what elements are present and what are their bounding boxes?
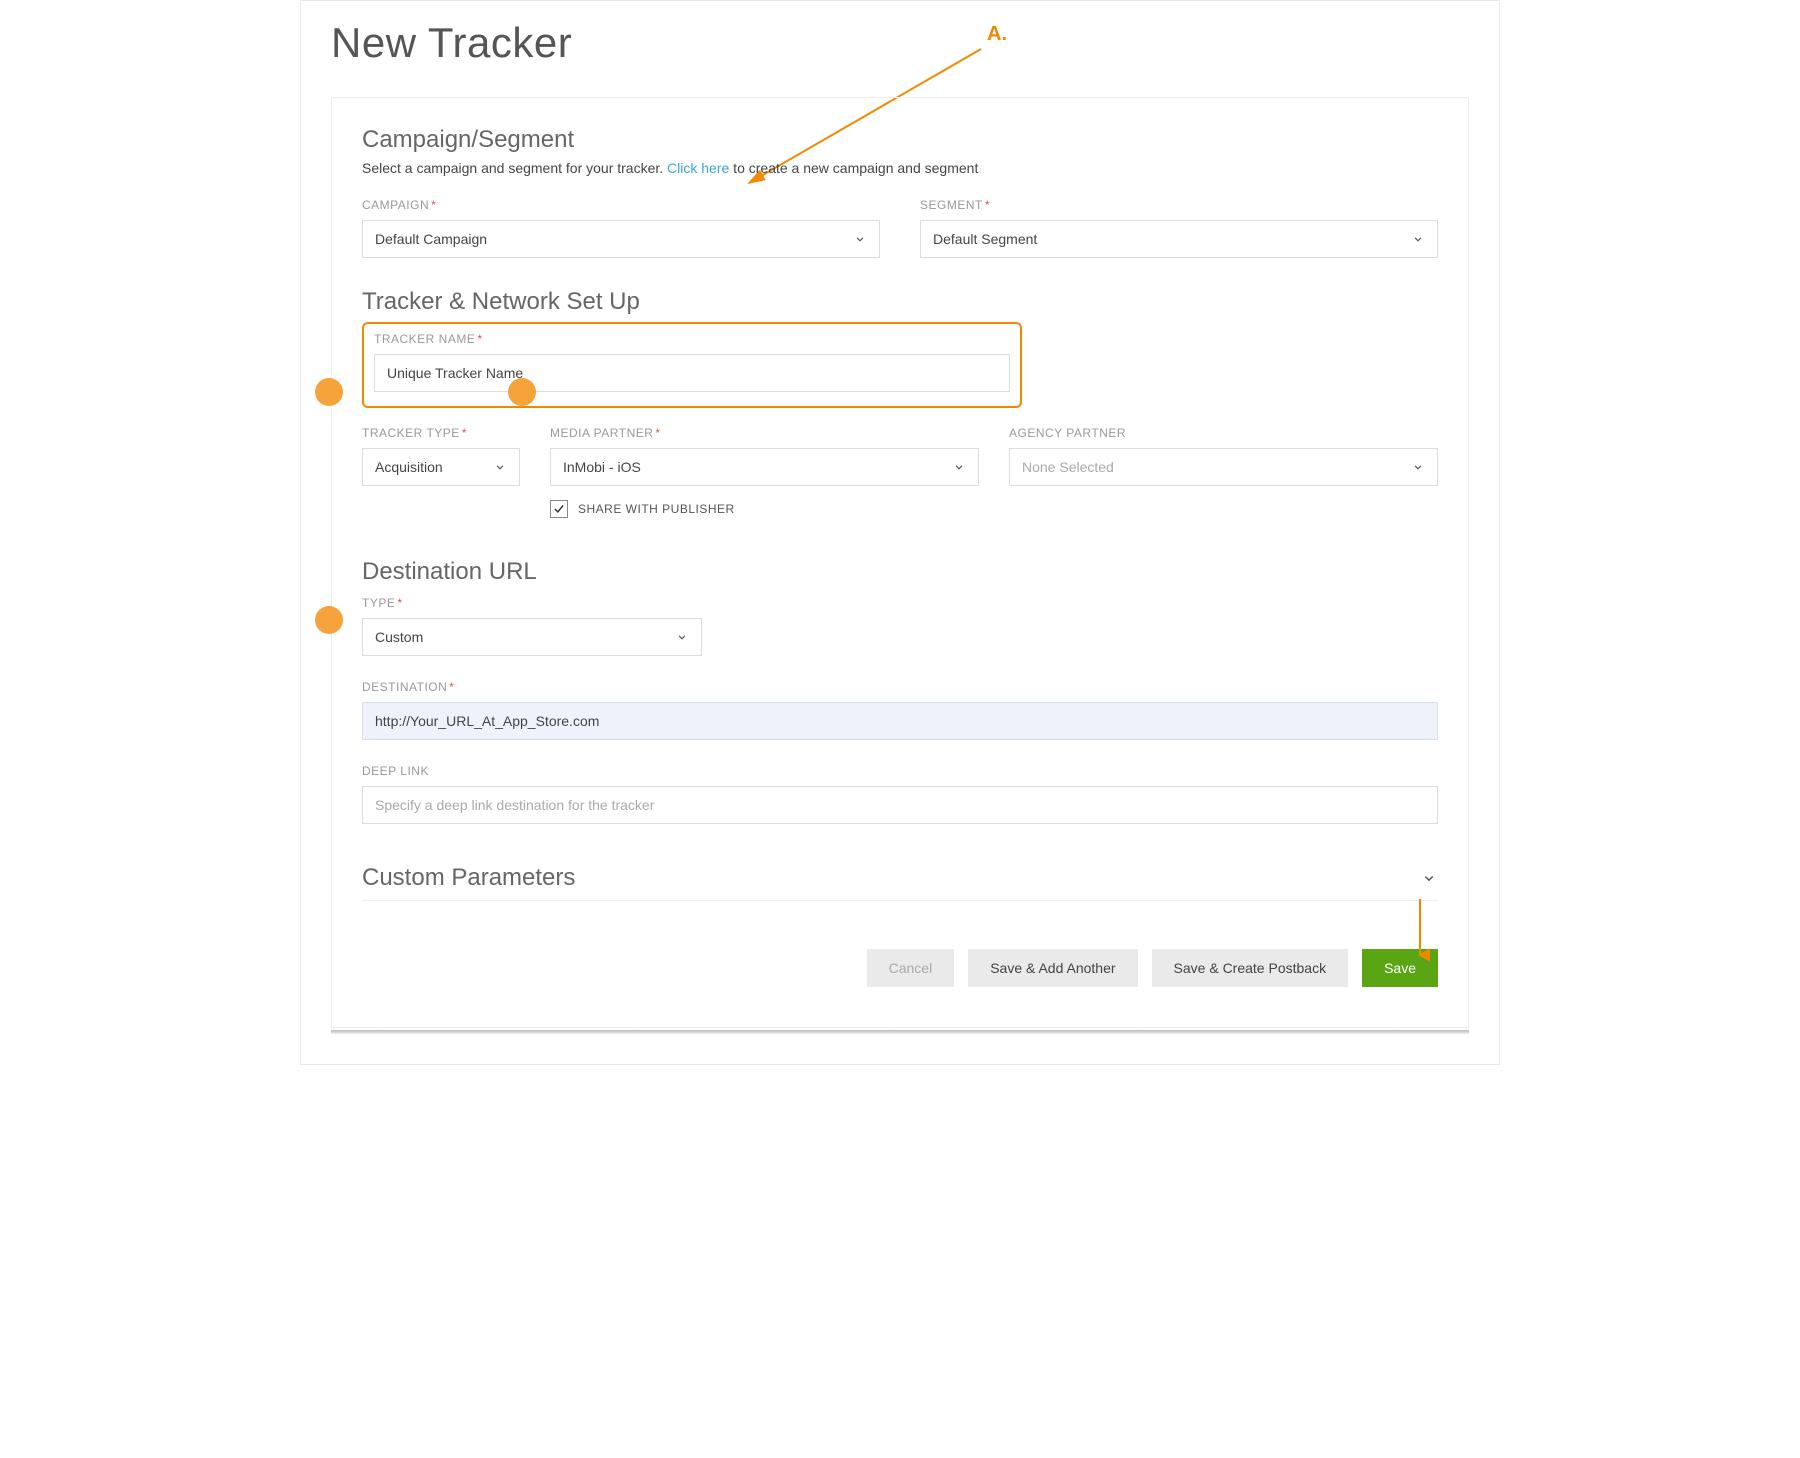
- annotation-dot: [508, 378, 536, 406]
- required-asterisk: *: [431, 198, 436, 212]
- section-campaign-subtext: Select a campaign and segment for your t…: [362, 160, 1438, 176]
- chevron-down-icon: [675, 630, 689, 644]
- button-row: Cancel Save & Add Another Save & Create …: [362, 949, 1438, 987]
- share-with-publisher-checkbox[interactable]: [550, 500, 568, 518]
- bottom-shadow: [331, 1030, 1469, 1034]
- chevron-down-icon: [493, 460, 507, 474]
- segment-select[interactable]: Default Segment: [920, 220, 1438, 258]
- cancel-button[interactable]: Cancel: [867, 949, 955, 987]
- chevron-down-icon: [1411, 460, 1425, 474]
- tracker-type-label: TRACKER TYPE*: [362, 426, 520, 440]
- save-create-postback-button[interactable]: Save & Create Postback: [1152, 949, 1349, 987]
- share-with-publisher-label: SHARE WITH PUBLISHER: [578, 502, 735, 516]
- segment-select-value: Default Segment: [933, 231, 1037, 247]
- required-asterisk: *: [985, 198, 990, 212]
- campaign-label: CAMPAIGN*: [362, 198, 880, 212]
- destination-input[interactable]: [362, 702, 1438, 740]
- agency-partner-label: AGENCY PARTNER: [1009, 426, 1438, 440]
- required-asterisk: *: [397, 596, 402, 610]
- dest-type-select[interactable]: Custom: [362, 618, 702, 656]
- tracker-name-input[interactable]: [374, 354, 1010, 392]
- required-asterisk: *: [477, 332, 482, 346]
- check-icon: [552, 502, 566, 516]
- section-destination-title: Destination URL: [362, 558, 1438, 586]
- chevron-down-icon: [1420, 869, 1438, 887]
- campaign-select[interactable]: Default Campaign: [362, 220, 880, 258]
- dest-type-value: Custom: [375, 629, 423, 645]
- section-tracker-title: Tracker & Network Set Up: [362, 288, 1438, 316]
- media-partner-select[interactable]: InMobi - iOS: [550, 448, 979, 486]
- segment-label: SEGMENT*: [920, 198, 1438, 212]
- agency-partner-value: None Selected: [1022, 459, 1114, 475]
- chevron-down-icon: [952, 460, 966, 474]
- tracker-name-highlight: TRACKER NAME*: [362, 322, 1022, 408]
- tracker-type-value: Acquisition: [375, 459, 443, 475]
- deep-link-input[interactable]: [362, 786, 1438, 824]
- subtext-before: Select a campaign and segment for your t…: [362, 160, 667, 176]
- expand-custom-params[interactable]: [1420, 869, 1438, 887]
- click-here-link[interactable]: Click here: [667, 160, 729, 176]
- chevron-down-icon: [853, 232, 867, 246]
- tracker-type-select[interactable]: Acquisition: [362, 448, 520, 486]
- agency-partner-select[interactable]: None Selected: [1009, 448, 1438, 486]
- section-campaign-title: Campaign/Segment: [362, 126, 1438, 154]
- subtext-after: to create a new campaign and segment: [729, 160, 978, 176]
- destination-label: DESTINATION*: [362, 680, 1438, 694]
- annotation-dot: [315, 378, 343, 406]
- required-asterisk: *: [449, 680, 454, 694]
- page-container: New Tracker A. Campaign/Segment Select a…: [300, 0, 1500, 1065]
- tracker-name-label: TRACKER NAME*: [374, 332, 1010, 346]
- campaign-select-value: Default Campaign: [375, 231, 487, 247]
- section-custom-title: Custom Parameters: [362, 864, 575, 892]
- media-partner-label: MEDIA PARTNER*: [550, 426, 979, 440]
- required-asterisk: *: [462, 426, 467, 440]
- media-partner-value: InMobi - iOS: [563, 459, 641, 475]
- page-title: New Tracker: [331, 19, 1469, 67]
- save-button[interactable]: Save: [1362, 949, 1438, 987]
- annotation-a-label: A.: [987, 23, 1007, 46]
- required-asterisk: *: [655, 426, 660, 440]
- form-card: Campaign/Segment Select a campaign and s…: [331, 97, 1469, 1028]
- deep-link-label: DEEP LINK: [362, 764, 1438, 778]
- annotation-dot: [315, 606, 343, 634]
- save-add-another-button[interactable]: Save & Add Another: [968, 949, 1137, 987]
- chevron-down-icon: [1411, 232, 1425, 246]
- custom-parameters-header: Custom Parameters: [362, 864, 1438, 901]
- dest-type-label: TYPE*: [362, 596, 1438, 610]
